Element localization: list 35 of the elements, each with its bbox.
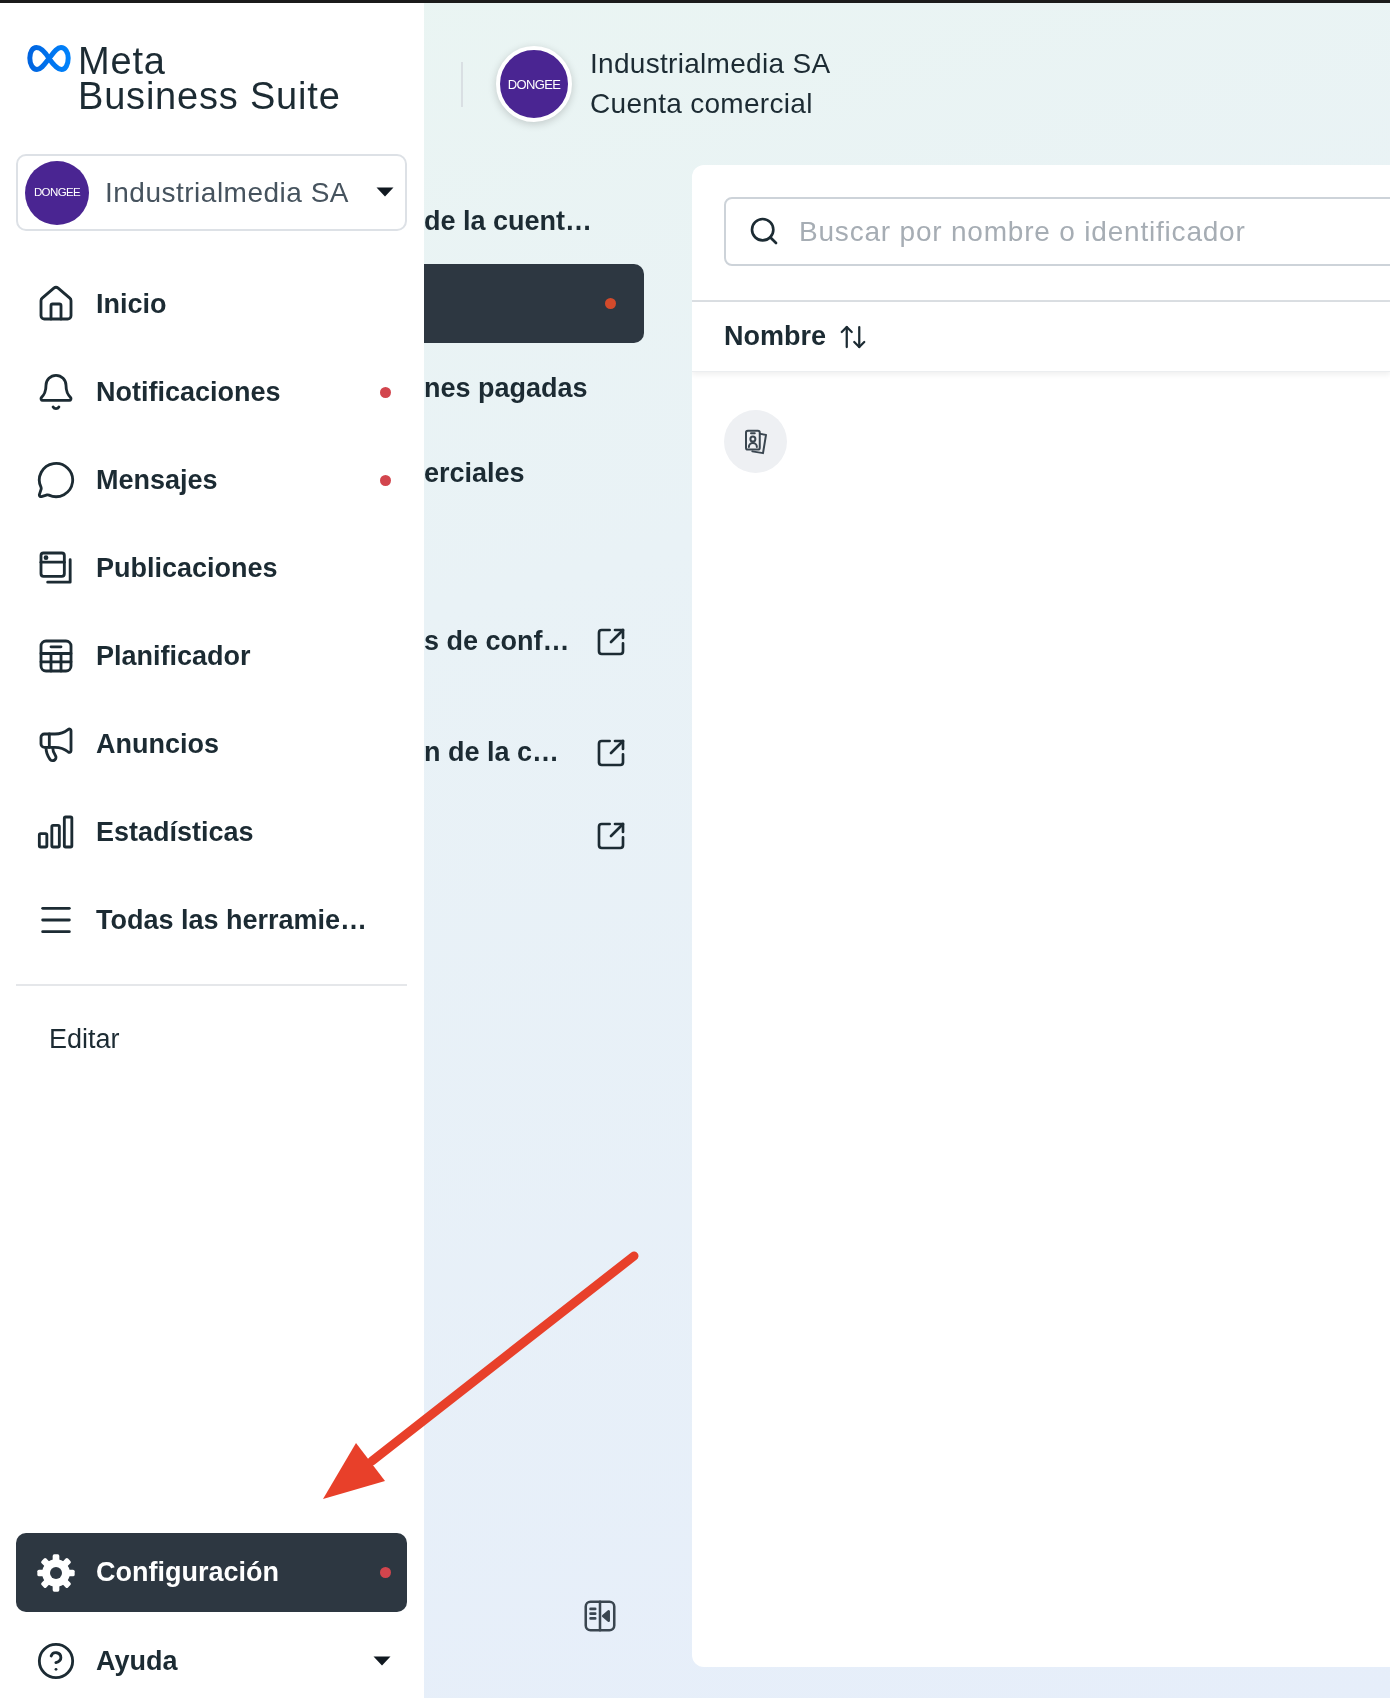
- section-heading: de la cuent…: [424, 205, 593, 238]
- help-icon: [36, 1641, 76, 1681]
- menu-link[interactable]: s de conf…: [424, 600, 692, 683]
- caret-icon: [376, 187, 394, 198]
- nav-item[interactable]: Publicaciones: [16, 530, 407, 606]
- sidebar-toggle-icon: [581, 1597, 619, 1635]
- nav-item[interactable]: Inicio: [16, 266, 407, 342]
- avatar-text: DONGEE: [33, 186, 81, 199]
- settings-icon: [36, 1552, 76, 1593]
- nav-item[interactable]: Configuración: [16, 1533, 407, 1612]
- sidebar-toggle-button[interactable]: [581, 1597, 619, 1635]
- infinity-logo-icon: [27, 44, 71, 73]
- column-header[interactable]: Nombre: [724, 321, 868, 352]
- nav-item[interactable]: Mensajes: [16, 442, 407, 518]
- nav-item[interactable]: Ayuda: [16, 1624, 407, 1698]
- nav-item[interactable]: Todas las herramie…: [16, 882, 407, 958]
- nav-item[interactable]: Notificaciones: [16, 354, 407, 430]
- avatar-text: DONGEE: [507, 77, 561, 91]
- edit-link[interactable]: Editar: [49, 1022, 120, 1056]
- brand-name: Meta: [78, 44, 166, 79]
- account-name: Industrialmedia SA: [590, 47, 831, 81]
- menu-item[interactable]: erciales: [424, 434, 644, 513]
- nav-item[interactable]: Anuncios: [16, 706, 407, 782]
- account-type: Cuenta comercial: [590, 87, 813, 121]
- nav-item[interactable]: Planificador: [16, 618, 407, 694]
- menu-item[interactable]: nes pagadas: [424, 349, 644, 428]
- caret-icon: [373, 1655, 391, 1667]
- chat-bubble-icon: [36, 460, 76, 500]
- nav-item[interactable]: Estadísticas: [16, 794, 407, 870]
- menu-link[interactable]: n de la c…: [424, 711, 692, 794]
- search-field[interactable]: Buscar por nombre o identificador: [724, 197, 1390, 266]
- account-switcher[interactable]: DONGEE Industrialmedia SA: [16, 154, 407, 231]
- menu-item[interactable]: [424, 264, 644, 343]
- search-icon: [748, 215, 780, 247]
- product-name: Business Suite: [78, 79, 341, 114]
